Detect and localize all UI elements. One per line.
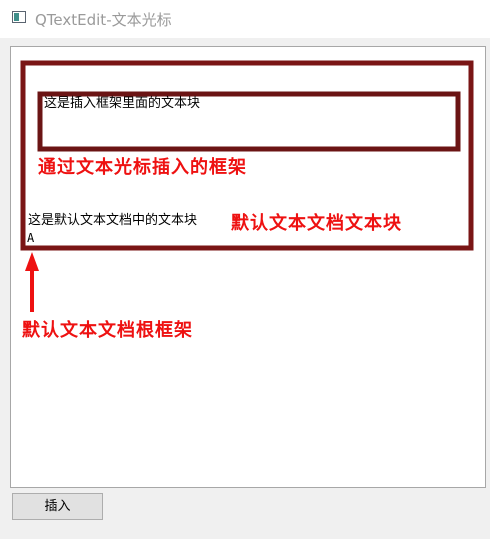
inner-frame-annotation: 通过文本光标插入的框架 <box>38 157 247 178</box>
title-bar: QTextEdit-文本光标 <box>0 0 490 38</box>
app-window-icon <box>12 11 26 23</box>
cursor-line-text: A <box>27 231 35 245</box>
root-frame-annotation: 默认文本文档根框架 <box>22 320 193 341</box>
insert-button[interactable]: 插入 <box>12 493 103 520</box>
window-title: QTextEdit-文本光标 <box>35 11 172 29</box>
text-edit[interactable] <box>10 46 486 488</box>
root-block-annotation: 默认文本文档文本块 <box>231 213 402 234</box>
root-block-text: 这是默认文本文档中的文本块 <box>28 213 198 228</box>
inner-frame-text: 这是插入框架里面的文本块 <box>44 96 201 111</box>
